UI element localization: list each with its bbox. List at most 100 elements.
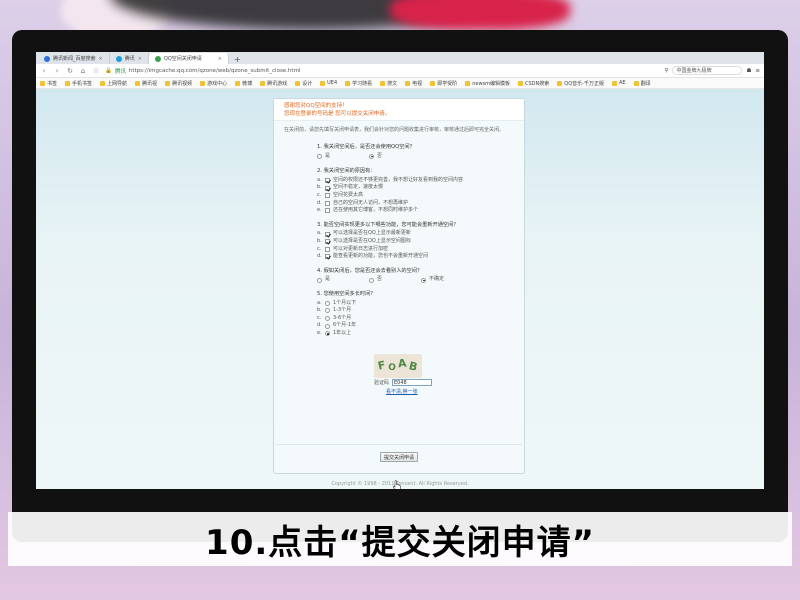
- option-letter: d.: [317, 322, 322, 329]
- option[interactable]: e. 还在使用其它博客，不想同时维护多个: [317, 207, 510, 215]
- folder-icon: [557, 80, 563, 86]
- radio-button[interactable]: [421, 277, 426, 283]
- tab-label: QQ空间关闭申请: [163, 56, 202, 62]
- radio-button[interactable]: [317, 153, 322, 159]
- checkbox[interactable]: [325, 185, 330, 191]
- checkbox[interactable]: [325, 200, 330, 206]
- radio-button[interactable]: [325, 331, 330, 337]
- bookmark-label: 设计: [302, 80, 313, 87]
- bookmark-label: 腾讯视: [142, 80, 158, 87]
- bookmark-label: 游戏中心: [207, 80, 228, 87]
- bookmark-item[interactable]: QQ音乐-千万正版: [557, 80, 604, 87]
- close-icon[interactable]: ×: [218, 56, 222, 62]
- option-label: 可以对更新日志进行加密: [333, 245, 389, 252]
- option-label: 6个月-1年: [333, 322, 357, 329]
- checkbox[interactable]: [325, 231, 330, 237]
- option-label: 空间花费太高: [333, 191, 364, 198]
- option[interactable]: a. 可以选择是否在QQ上显示最新更新: [317, 230, 510, 238]
- option[interactable]: d. 6个月-1年: [317, 322, 510, 330]
- bookmark-item[interactable]: 翻译: [633, 80, 651, 87]
- bookmark-item[interactable]: 书签: [40, 80, 57, 87]
- tab-qzone-close[interactable]: QQ空间关闭申请 ×: [148, 53, 229, 64]
- question-5-options: a. 1个月以下 b. 1-3个月 c. 3-6个月 d. 6个月-1年 e. 1年以上: [317, 300, 510, 338]
- submit-close-button[interactable]: 提交关闭申请: [380, 452, 418, 462]
- option[interactable]: c. 可以对更新日志进行加密: [317, 246, 510, 254]
- captcha-input[interactable]: E048: [392, 379, 433, 386]
- tab-tencent[interactable]: 腾讯 ×: [110, 53, 149, 64]
- option[interactable]: b. 1-3个月: [317, 307, 510, 315]
- radio-button[interactable]: [325, 323, 330, 329]
- option[interactable]: a. 1个月以下: [317, 300, 510, 308]
- option-label: 不确定: [429, 276, 445, 283]
- option[interactable]: 是: [317, 153, 369, 161]
- nav-right-tools: ⚲ 中国金牌九极牌 ☗ ≡: [664, 66, 760, 75]
- back-icon[interactable]: ‹: [40, 67, 48, 75]
- option[interactable]: 否: [369, 276, 421, 284]
- radio-button[interactable]: [317, 277, 322, 283]
- checkbox[interactable]: [325, 193, 330, 199]
- bookmark-item[interactable]: 腾讯游戏: [260, 80, 287, 87]
- checkbox[interactable]: [325, 178, 330, 184]
- folder-icon: [295, 80, 301, 86]
- close-icon[interactable]: ×: [138, 56, 142, 62]
- radio-button[interactable]: [325, 308, 330, 314]
- bookmark-item[interactable]: 腾讯视: [135, 80, 157, 87]
- captcha-refresh-link[interactable]: 看不清,换一张: [386, 388, 418, 395]
- radio-button[interactable]: [325, 300, 330, 306]
- option[interactable]: d. 能查看更新的功能，您也不会重新开通空间: [317, 253, 510, 261]
- tencent-favicon-icon: [115, 55, 122, 62]
- bookmark-item[interactable]: 手机书签: [65, 80, 92, 87]
- header-line-1: 感谢您对QQ空间的支持！: [284, 103, 348, 109]
- forward-icon[interactable]: ›: [53, 67, 61, 75]
- checkbox[interactable]: [325, 208, 330, 214]
- close-icon[interactable]: ×: [99, 56, 103, 62]
- option[interactable]: 是: [317, 276, 369, 284]
- home-icon[interactable]: ⌂: [79, 67, 87, 75]
- checkbox[interactable]: [325, 246, 330, 252]
- bookmark-item[interactable]: UE4: [320, 80, 337, 86]
- bookmark-item[interactable]: 设计: [295, 80, 312, 87]
- option-label: 否: [377, 276, 383, 283]
- new-tab-icon[interactable]: +: [229, 55, 246, 64]
- bookmark-item[interactable]: 上网导航: [100, 80, 127, 87]
- option-letter: c.: [317, 191, 322, 198]
- menu-icon[interactable]: ≡: [755, 68, 760, 74]
- bookmark-item[interactable]: 电视: [405, 80, 422, 87]
- radio-button[interactable]: [369, 153, 374, 159]
- address-bar[interactable]: 🔒 腾讯 https://imgcache.qq.com/qzone/web/q…: [105, 66, 659, 76]
- bookmark-item[interactable]: 学习随看: [345, 80, 372, 87]
- option[interactable]: e. 1年以上: [317, 330, 510, 338]
- tab-label: 腾讯: [124, 56, 135, 62]
- checkbox[interactable]: [325, 239, 330, 245]
- option[interactable]: c. 空间花费太高: [317, 192, 510, 200]
- bookmark-label: 翻译: [640, 80, 651, 87]
- question-title: 2. 我关闭空间的原因有：: [317, 168, 376, 175]
- option[interactable]: 不确定: [421, 276, 473, 284]
- refresh-icon[interactable]: ↻: [66, 67, 74, 75]
- bookmark-item[interactable]: newsm编辑模板: [465, 80, 510, 87]
- bookmark-item[interactable]: CSDN搜索: [518, 80, 549, 87]
- option[interactable]: b. 空间不稳定，速度太慢: [317, 184, 510, 192]
- radio-button[interactable]: [325, 315, 330, 321]
- option[interactable]: 否: [369, 153, 421, 161]
- tab-label: 腾讯新闻_百度搜索: [53, 56, 96, 62]
- favorites-star-icon[interactable]: ☆: [92, 67, 100, 75]
- option-label: 否: [377, 152, 383, 159]
- radio-button[interactable]: [369, 277, 374, 283]
- folder-icon: [260, 80, 266, 86]
- bookmark-item[interactable]: 游戏中心: [200, 80, 227, 87]
- checkbox[interactable]: [325, 254, 330, 260]
- folder-icon: [100, 80, 106, 86]
- option-label: 1-3个月: [333, 307, 352, 314]
- search-box[interactable]: 中国金牌九极牌: [672, 66, 743, 75]
- bookmark-item[interactable]: 即学受阶: [430, 80, 457, 87]
- bookmark-item[interactable]: 微博: [235, 80, 252, 87]
- bookmark-item[interactable]: 腾讯视频: [165, 80, 192, 87]
- bookmark-item[interactable]: AE: [611, 80, 626, 86]
- bookmark-item[interactable]: 搜文: [380, 80, 397, 87]
- game-icon[interactable]: ☗: [746, 68, 751, 74]
- question-1-options: 是否: [317, 153, 510, 161]
- share-icon[interactable]: ⚲: [664, 68, 668, 74]
- option[interactable]: b. 可以选择是否在QQ上显示空间图标: [317, 238, 510, 246]
- tab-baidu[interactable]: 腾讯新闻_百度搜索 ×: [38, 53, 110, 64]
